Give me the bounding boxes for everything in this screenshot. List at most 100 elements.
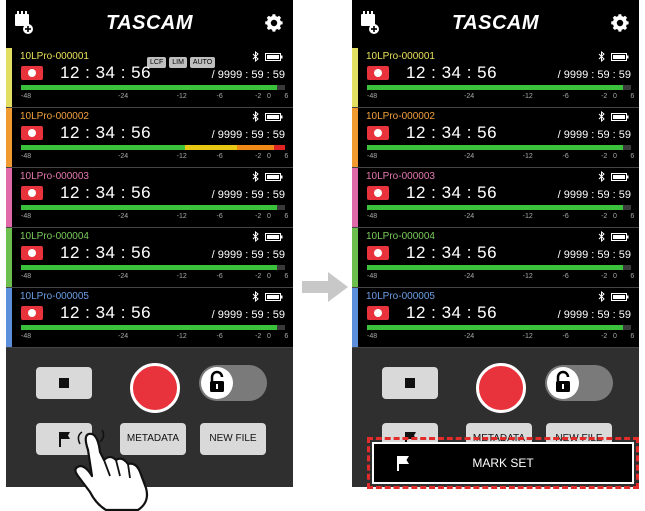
track-row[interactable]: 10LPro-000003 12 : 34 : 56 / 9999 : 59 :… [352, 168, 639, 228]
lock-toggle[interactable] [199, 365, 267, 401]
bluetooth-icon [598, 51, 605, 62]
track-row[interactable]: 10LPro-000002 12 : 34 : 56 / 9999 : 59 :… [6, 108, 293, 168]
stop-button[interactable] [36, 367, 92, 399]
track-color-strip [6, 108, 12, 167]
level-meter [21, 205, 285, 210]
track-file-name: 10LPro-000002 [20, 111, 89, 122]
gear-icon[interactable] [609, 12, 631, 34]
meter-scale-label: -6 [216, 153, 223, 160]
elapsed-time: 12 : 34 : 56 [60, 303, 152, 322]
track-list: 10LPro-000001 12 : 34 : 56 / 9999 : 59 :… [352, 48, 639, 348]
meter-scale-label: 6 [284, 333, 289, 340]
meter-scale-label: -2 [601, 93, 608, 100]
meter-scale-label: 6 [284, 213, 289, 220]
meter-scale-label: 6 [630, 93, 635, 100]
battery-icon [611, 53, 629, 61]
meter-fill-orange [237, 145, 275, 150]
meter-scale-label: -48 [367, 273, 378, 280]
meter-scale-label: 6 [630, 333, 635, 340]
meter-scale-label: -48 [21, 93, 32, 100]
elapsed-time: 12 : 34 : 56 [60, 123, 152, 142]
meter-scale-label: -12 [522, 153, 533, 160]
bluetooth-icon [252, 51, 259, 62]
meter-fill-green [21, 145, 185, 150]
meter-scale: -48 -24 -12 -6 -2 0 6 [367, 213, 634, 223]
elapsed-time: 12 : 34 : 56 [406, 303, 498, 322]
meter-scale: -48 -24 -12 -6 -2 0 6 [21, 213, 289, 223]
app-header: TASCAM [352, 0, 639, 48]
track-list: 10LPro-000001 LCF LIM AUTO 12 : 34 : 56 / … [6, 48, 293, 348]
remaining-time: / 9999 : 59 : 59 [557, 309, 631, 321]
meter-scale-label: -6 [562, 273, 569, 280]
track-row[interactable]: 10LPro-000001 LCF LIM AUTO 12 : 34 : 56 / … [6, 48, 293, 108]
meter-scale-label: -48 [21, 273, 32, 280]
meter-scale-label: -12 [176, 273, 187, 280]
meter-scale-label: -24 [464, 273, 475, 280]
record-status-icon [367, 246, 389, 260]
remaining-time: / 9999 : 59 : 59 [211, 249, 285, 261]
meter-scale-label: -12 [522, 273, 533, 280]
meter-scale-label: -48 [367, 153, 378, 160]
gear-icon[interactable] [263, 12, 285, 34]
track-color-strip [352, 108, 358, 167]
elapsed-time: 12 : 34 : 56 [406, 123, 498, 142]
bluetooth-icon [598, 231, 605, 242]
meter-scale: -48 -24 -12 -6 -2 0 6 [367, 273, 634, 283]
new-file-button[interactable]: NEW FILE [200, 423, 266, 455]
battery-icon [265, 233, 283, 241]
track-row[interactable]: 10LPro-000001 12 : 34 : 56 / 9999 : 59 :… [352, 48, 639, 108]
battery-icon [611, 233, 629, 241]
track-row[interactable]: 10LPro-000004 12 : 34 : 56 / 9999 : 59 :… [352, 228, 639, 288]
meter-scale-label: -48 [367, 333, 378, 340]
meter-scale-label: 6 [284, 273, 289, 280]
meter-scale-label: -2 [255, 333, 262, 340]
elapsed-time: 12 : 34 : 56 [60, 243, 152, 262]
record-status-icon [21, 126, 43, 140]
track-row[interactable]: 10LPro-000003 12 : 34 : 56 / 9999 : 59 :… [6, 168, 293, 228]
lock-toggle[interactable] [545, 365, 613, 401]
track-color-strip [352, 48, 358, 107]
track-file-name: 10LPro-000002 [366, 111, 435, 122]
track-row[interactable]: 10LPro-000005 12 : 34 : 56 / 9999 : 59 :… [352, 288, 639, 348]
meter-scale-label: -24 [464, 93, 475, 100]
record-status-icon [367, 66, 389, 80]
level-meter [21, 265, 285, 270]
meter-fill-green [367, 325, 624, 330]
meter-scale-label: -12 [522, 333, 533, 340]
stop-button[interactable] [382, 367, 438, 399]
meter-scale-label: -24 [118, 333, 129, 340]
track-color-strip [352, 168, 358, 227]
meter-fill-green [367, 85, 624, 90]
brand-logo: TASCAM [451, 12, 540, 34]
record-button[interactable] [130, 363, 180, 413]
app-header: TASCAM [6, 0, 293, 48]
meter-scale-label: -24 [118, 93, 129, 100]
record-status-icon [21, 306, 43, 320]
meter-scale-label: -2 [255, 153, 262, 160]
meter-scale-label: 6 [630, 153, 635, 160]
track-file-name: 10LPro-000001 [366, 51, 435, 62]
meter-scale-label: 0 [613, 153, 617, 160]
record-status-icon [367, 186, 389, 200]
remaining-time: / 9999 : 59 : 59 [211, 69, 285, 81]
track-row[interactable]: 10LPro-000005 12 : 34 : 56 / 9999 : 59 :… [6, 288, 293, 348]
remaining-time: / 9999 : 59 : 59 [557, 189, 631, 201]
meter-scale-label: 0 [267, 213, 271, 220]
screen-before: TASCAM 10LPro-000001 LCF LIM AUTO 12 : 34 … [6, 0, 293, 487]
battery-icon [611, 113, 629, 121]
elapsed-time: 12 : 34 : 56 [406, 183, 498, 202]
track-row[interactable]: 10LPro-000002 12 : 34 : 56 / 9999 : 59 :… [352, 108, 639, 168]
remaining-time: / 9999 : 59 : 59 [211, 129, 285, 141]
meter-scale-label: -24 [118, 273, 129, 280]
meter-scale-label: -2 [601, 273, 608, 280]
level-meter [367, 205, 631, 210]
record-button[interactable] [476, 363, 526, 413]
battery-icon [265, 53, 283, 61]
meter-fill-green [21, 205, 278, 210]
meter-scale-label: -12 [522, 93, 533, 100]
tap-hand-icon [74, 430, 149, 511]
meter-scale-label: -24 [118, 213, 129, 220]
meter-scale-label: -24 [464, 213, 475, 220]
track-row[interactable]: 10LPro-000004 12 : 34 : 56 / 9999 : 59 :… [6, 228, 293, 288]
bluetooth-icon [598, 291, 605, 302]
